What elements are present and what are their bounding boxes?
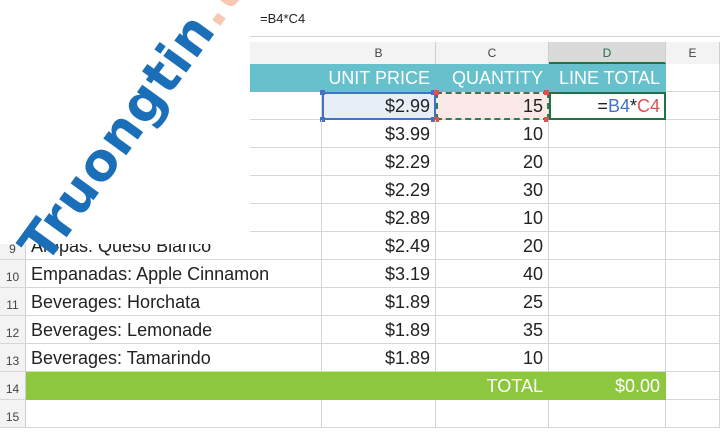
total-row-cell-b[interactable] (322, 372, 436, 400)
cell-e[interactable] (666, 204, 720, 232)
column-header-c[interactable]: C (436, 42, 549, 64)
quantity-cell[interactable]: 20 (436, 232, 549, 260)
header-quantity[interactable]: QUANTITY (436, 64, 549, 92)
line-total-cell[interactable] (549, 120, 666, 148)
selection-handle[interactable] (320, 90, 325, 95)
quantity-cell[interactable]: 35 (436, 316, 549, 344)
row-header[interactable]: 11 (0, 288, 26, 316)
cell-e[interactable] (666, 260, 720, 288)
column-header-e[interactable]: E (666, 42, 720, 64)
formula-text[interactable]: =B4*C4 (260, 11, 305, 26)
quantity-cell[interactable]: 20 (436, 148, 549, 176)
column-header-d[interactable]: D (549, 42, 666, 64)
unit-price-cell[interactable]: $2.29 (322, 176, 436, 204)
quantity-cell-c4[interactable]: 15 (436, 92, 549, 120)
total-row-cell-a[interactable] (26, 372, 322, 400)
cell-e[interactable] (666, 316, 720, 344)
cell-e[interactable] (666, 148, 720, 176)
formula-operator: * (629, 96, 637, 116)
cell-e[interactable] (666, 120, 720, 148)
unit-price-cell[interactable]: $2.49 (322, 232, 436, 260)
line-total-cell[interactable] (549, 288, 666, 316)
unit-price-cell-b4[interactable]: $2.99 (322, 92, 436, 120)
quantity-cell[interactable]: 10 (436, 204, 549, 232)
line-total-cell[interactable] (549, 400, 666, 428)
row-header[interactable]: 12 (0, 316, 26, 344)
unit-price-cell[interactable]: $3.99 (322, 120, 436, 148)
column-header-b[interactable]: B (322, 42, 436, 64)
selection-handle[interactable] (434, 90, 439, 95)
table-row: 11 Beverages: Horchata $1.89 25 (0, 288, 720, 316)
total-value[interactable]: $0.00 (549, 372, 666, 400)
unit-price-cell[interactable]: $1.89 (322, 344, 436, 372)
formula-ref-b4: B4 (607, 96, 630, 116)
formula-ref-c4: C4 (636, 96, 660, 116)
quantity-cell[interactable]: 30 (436, 176, 549, 204)
table-row: 10 Empanadas: Apple Cinnamon $3.19 40 (0, 260, 720, 288)
selection-handle[interactable] (544, 90, 549, 95)
cell-e[interactable] (666, 176, 720, 204)
quantity-cell[interactable]: 25 (436, 288, 549, 316)
formula-equals: = (597, 96, 608, 116)
line-total-cell[interactable] (549, 260, 666, 288)
line-total-cell[interactable] (549, 316, 666, 344)
unit-price-cell[interactable]: $1.89 (322, 288, 436, 316)
line-total-cell-d4-editing[interactable]: =B4*C4 (549, 92, 666, 120)
line-total-cell[interactable] (549, 232, 666, 260)
cell-e[interactable] (666, 92, 720, 120)
empty-row: 15 (0, 400, 720, 428)
cell-e[interactable] (666, 64, 720, 92)
cell-e[interactable] (666, 232, 720, 260)
line-total-cell[interactable] (549, 176, 666, 204)
line-total-cell[interactable] (549, 204, 666, 232)
quantity-cell[interactable]: 10 (436, 120, 549, 148)
cell-e[interactable] (666, 372, 720, 400)
quantity-cell[interactable]: 10 (436, 344, 549, 372)
unit-price-cell[interactable]: $2.89 (322, 204, 436, 232)
unit-price-cell[interactable] (322, 400, 436, 428)
row-header[interactable]: 15 (0, 400, 26, 428)
table-row: 12 Beverages: Lemonade $1.89 35 (0, 316, 720, 344)
table-row: 13 Beverages: Tamarindo $1.89 10 (0, 344, 720, 372)
row-header[interactable]: 10 (0, 260, 26, 288)
unit-price-cell[interactable]: $1.89 (322, 316, 436, 344)
total-label[interactable]: TOTAL (436, 372, 549, 400)
watermark-overlay: Truongtin.top (0, 0, 299, 273)
item-cell[interactable]: Beverages: Lemonade (26, 316, 322, 344)
row-header[interactable]: 14 (0, 372, 26, 400)
quantity-cell[interactable]: 40 (436, 260, 549, 288)
unit-price-cell[interactable]: $2.29 (322, 148, 436, 176)
item-cell[interactable] (26, 400, 322, 428)
item-cell[interactable]: Beverages: Horchata (26, 288, 322, 316)
row-header[interactable]: 13 (0, 344, 26, 372)
cell-e[interactable] (666, 288, 720, 316)
cell-e[interactable] (666, 400, 720, 428)
unit-price-cell[interactable]: $3.19 (322, 260, 436, 288)
cell-e[interactable] (666, 344, 720, 372)
header-unit-price[interactable]: UNIT PRICE (322, 64, 436, 92)
line-total-cell[interactable] (549, 148, 666, 176)
quantity-cell[interactable] (436, 400, 549, 428)
item-cell[interactable]: Empanadas: Apple Cinnamon (26, 260, 322, 288)
item-cell[interactable]: Beverages: Tamarindo (26, 344, 322, 372)
line-total-cell[interactable] (549, 344, 666, 372)
total-row: 14 TOTAL $0.00 (0, 372, 720, 400)
watermark-text: Truongtin (8, 2, 228, 274)
header-line-total[interactable]: LINE TOTAL (549, 64, 666, 92)
